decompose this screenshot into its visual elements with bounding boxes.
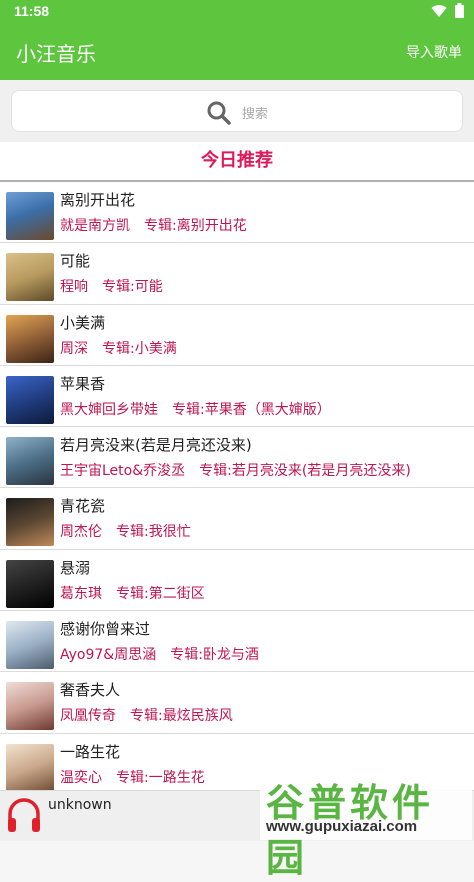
song-title: 奢香夫人 xyxy=(60,681,121,700)
song-meta: Ayo97&周思涵 专辑:卧龙与酒 xyxy=(60,644,259,664)
song-row[interactable]: 小美满 周深 专辑:小美满 xyxy=(0,305,474,366)
album-cover xyxy=(6,253,54,302)
recommend-title: 今日推荐 xyxy=(201,150,273,171)
song-artist: 黑大婶回乡带娃 xyxy=(60,401,158,418)
song-album: 专辑:可能 xyxy=(102,279,163,296)
song-row[interactable]: 若月亮没来(若是月亮还没来) 王宇宙Leto&乔浚丞 专辑:若月亮没来(若是月亮还… xyxy=(0,427,474,489)
watermark-url: www.gupuxiazai.com xyxy=(266,818,418,835)
song-album: 专辑:第二街区 xyxy=(116,585,205,602)
song-row[interactable]: 青花瓷 周杰伦 专辑:我很忙 xyxy=(0,488,474,550)
search-input[interactable]: 搜索 xyxy=(11,90,463,132)
app-bar: 小汪音乐 导入歌单 xyxy=(0,24,474,80)
search-icon xyxy=(207,101,231,125)
song-artist: 周深 xyxy=(60,340,88,357)
album-cover xyxy=(6,743,54,792)
song-album: 专辑:苹果香（黑大婶版） xyxy=(172,401,331,418)
song-album: 专辑:一路生花 xyxy=(116,769,205,786)
song-album: 专辑:卧龙与酒 xyxy=(170,647,259,664)
song-meta: 葛东琪 专辑:第二街区 xyxy=(60,583,205,603)
album-cover xyxy=(6,621,54,670)
song-album: 专辑:我很忙 xyxy=(116,524,191,541)
song-artist: 葛东琪 xyxy=(60,585,102,602)
song-row[interactable]: 感谢你曾来过 Ayo97&周思涵 专辑:卧龙与酒 xyxy=(0,611,474,673)
album-cover xyxy=(6,437,54,486)
song-meta: 凤凰传奇 专辑:最炫民族风 xyxy=(60,705,233,725)
song-title: 感谢你曾来过 xyxy=(60,620,151,639)
album-cover xyxy=(6,559,54,608)
album-cover xyxy=(6,314,54,363)
song-album: 专辑:最炫民族风 xyxy=(130,708,233,725)
song-artist: 凤凰传奇 xyxy=(60,708,116,725)
recommend-header: 今日推荐 xyxy=(0,142,474,182)
song-album: 专辑:小美满 xyxy=(102,340,177,357)
watermark: 谷普软件园 www.gupuxiazai.com xyxy=(260,770,472,880)
song-row[interactable]: 离别开出花 就是南方凯 专辑:离别开出花 xyxy=(0,182,474,244)
status-icons xyxy=(431,3,464,18)
song-artist: 程响 xyxy=(60,279,88,296)
song-meta: 周深 专辑:小美满 xyxy=(60,338,177,358)
song-artist: Ayo97&周思涵 xyxy=(60,647,157,664)
app-title: 小汪音乐 xyxy=(16,42,96,66)
album-cover xyxy=(6,375,54,424)
player-track-name: unknown xyxy=(48,797,112,813)
song-meta: 就是南方凯 专辑:离别开出花 xyxy=(60,215,247,235)
album-cover xyxy=(6,498,54,547)
song-row[interactable]: 可能 程响 专辑:可能 xyxy=(0,243,474,305)
battery-icon xyxy=(455,3,464,18)
song-title: 青花瓷 xyxy=(60,497,106,516)
song-title: 一路生花 xyxy=(60,742,121,761)
song-artist: 王宇宙Leto&乔浚丞 xyxy=(60,463,186,480)
song-title: 离别开出花 xyxy=(60,191,136,209)
song-meta: 黑大婶回乡带娃 专辑:苹果香（黑大婶版） xyxy=(60,399,331,419)
album-cover xyxy=(6,192,54,240)
song-artist: 就是南方凯 xyxy=(60,218,130,234)
song-title: 悬溺 xyxy=(60,558,91,577)
song-meta: 周杰伦 专辑:我很忙 xyxy=(60,521,191,541)
song-title: 若月亮没来(若是月亮还没来) xyxy=(60,436,252,455)
import-playlist-button[interactable]: 导入歌单 xyxy=(406,42,462,62)
song-meta: 温奕心 专辑:一路生花 xyxy=(60,767,205,787)
song-row[interactable]: 苹果香 黑大婶回乡带娃 专辑:苹果香（黑大婶版） xyxy=(0,366,474,428)
song-album: 专辑:离别开出花 xyxy=(144,218,247,234)
search-area: 搜索 xyxy=(0,80,474,142)
song-list: 离别开出花 就是南方凯 专辑:离别开出花 可能 程响 专辑:可能 小美满 周深 专辑:… xyxy=(0,182,474,802)
song-artist: 温奕心 xyxy=(60,769,102,786)
search-placeholder: 搜索 xyxy=(242,107,269,122)
song-title: 小美满 xyxy=(60,313,106,332)
song-meta: 程响 专辑:可能 xyxy=(60,276,163,296)
album-cover xyxy=(6,682,54,731)
status-time: 11:58 xyxy=(14,3,50,19)
song-row[interactable]: 悬溺 葛东琪 专辑:第二街区 xyxy=(0,550,474,612)
headphones-icon xyxy=(8,798,40,832)
song-title: 可能 xyxy=(60,252,91,271)
song-album: 专辑:若月亮没来(若是月亮还没来) xyxy=(199,463,411,480)
song-row[interactable]: 奢香夫人 凤凰传奇 专辑:最炫民族风 xyxy=(0,672,474,734)
song-artist: 周杰伦 xyxy=(60,524,102,541)
song-title: 苹果香 xyxy=(60,374,106,393)
wifi-icon xyxy=(431,4,447,17)
song-meta: 王宇宙Leto&乔浚丞 专辑:若月亮没来(若是月亮还没来) xyxy=(60,460,411,480)
status-bar: 11:58 xyxy=(0,0,474,24)
